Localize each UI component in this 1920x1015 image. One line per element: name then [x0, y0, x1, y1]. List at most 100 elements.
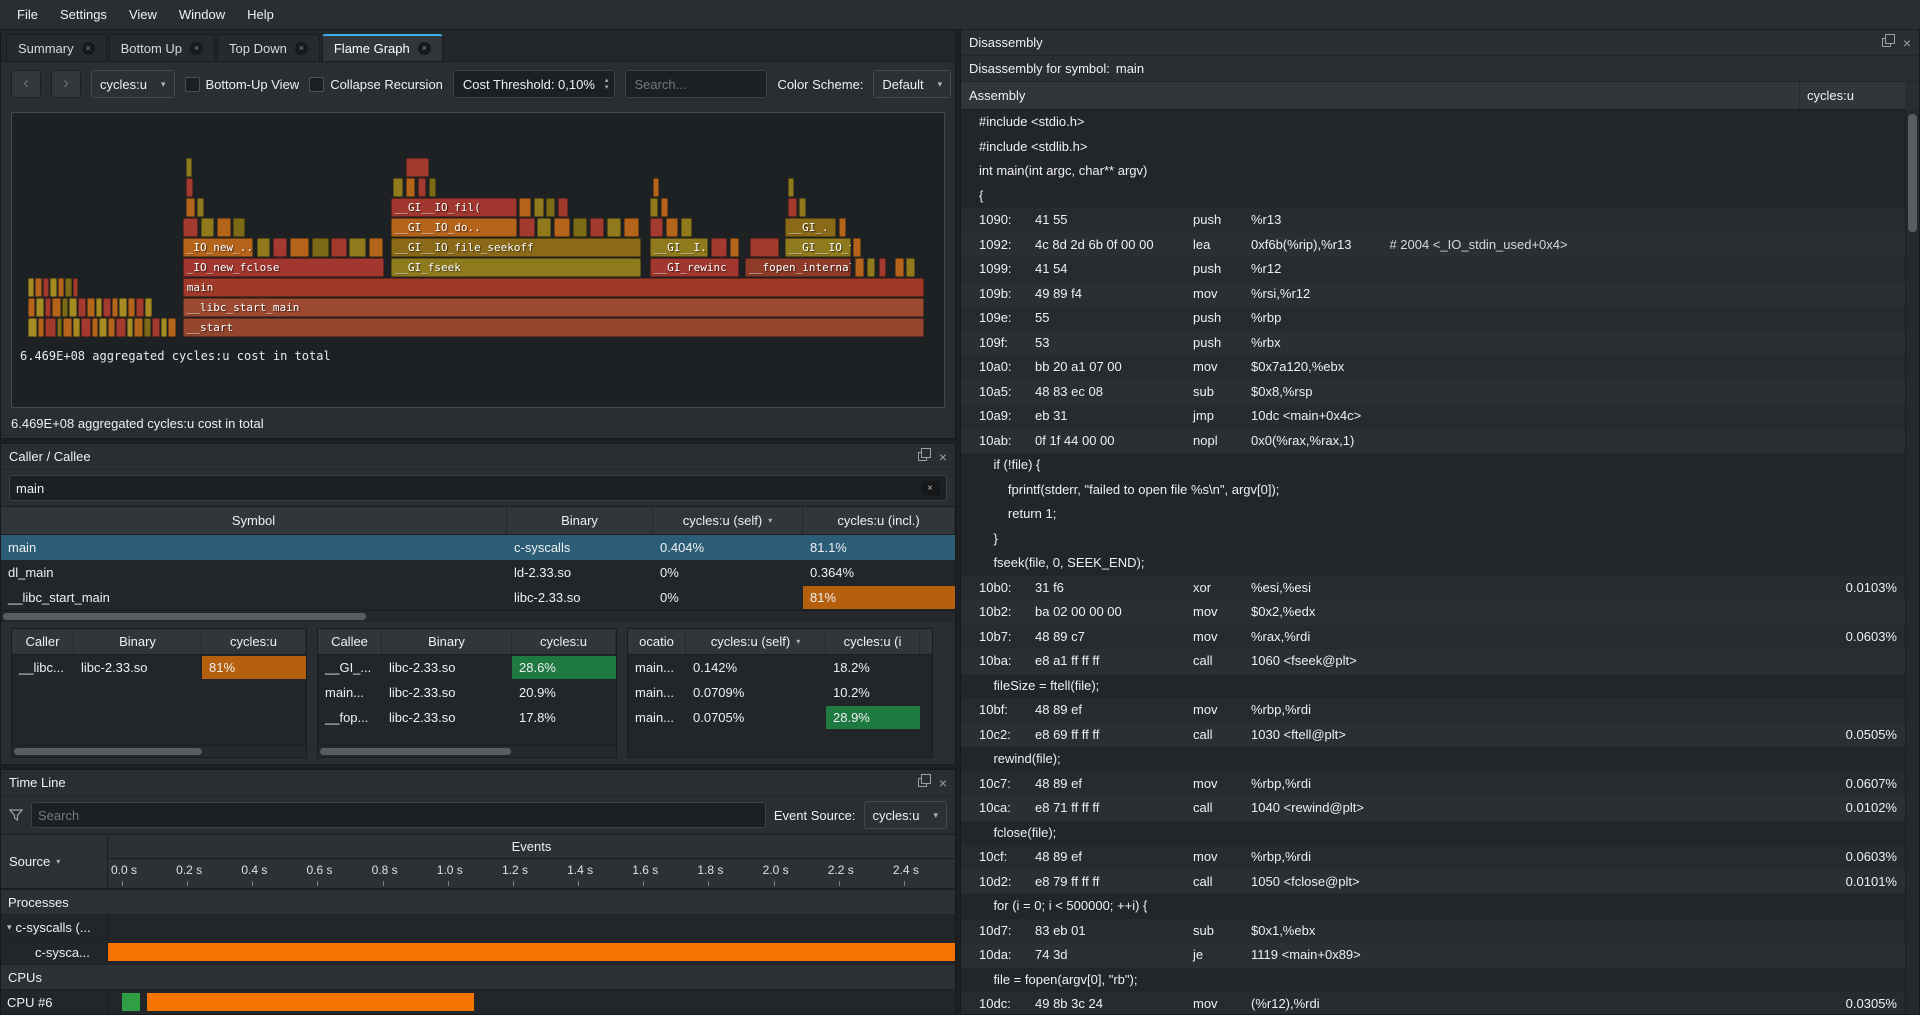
flame-frame[interactable]: [197, 198, 204, 217]
source-line[interactable]: #include <stdio.h>: [961, 110, 1905, 135]
flame-frame-gi-io-file[interactable]: __GI__IO_file: [785, 238, 851, 257]
flame-frame[interactable]: [653, 178, 659, 197]
flame-frame-libc-start-main[interactable]: __libc_start_main: [183, 298, 925, 317]
flame-frame[interactable]: [186, 158, 191, 177]
flame-frame[interactable]: [519, 218, 534, 237]
source-line[interactable]: return 1;: [961, 502, 1905, 527]
scroll-thumb[interactable]: [14, 748, 202, 755]
flame-frame[interactable]: [730, 238, 739, 257]
flame-frame[interactable]: [650, 218, 664, 237]
source-line[interactable]: fileSize = ftell(file);: [961, 674, 1905, 699]
asm-line[interactable]: 10ca:e8 71 ff ff ffcall1040 <rewind@plt>…: [961, 796, 1905, 821]
flame-frame[interactable]: [152, 318, 160, 337]
column-header-cycles-u-i[interactable]: cycles:u (i: [826, 629, 920, 654]
flame-frame[interactable]: [257, 238, 271, 257]
flame-frame[interactable]: [853, 238, 861, 257]
cost-threshold-spinbox[interactable]: Cost Threshold: 0,10% ▴▾: [453, 70, 616, 98]
asm-line[interactable]: 10b7:48 89 c7mov%rax,%rdi0.0603%: [961, 625, 1905, 650]
location-row[interactable]: main...0.142%18.2%: [628, 655, 932, 680]
flame-frame[interactable]: [406, 178, 415, 197]
flame-frame[interactable]: [273, 238, 287, 257]
callees-hscrollbar[interactable]: [318, 745, 616, 757]
flamegraph-search-input[interactable]: [625, 70, 767, 98]
assembly-column-header[interactable]: Assembly: [961, 82, 1799, 109]
tab-close-icon[interactable]: ×: [418, 42, 431, 55]
asm-line[interactable]: 1090:41 55push%r13: [961, 208, 1905, 233]
flame-frame[interactable]: [128, 298, 135, 317]
flame-frame[interactable]: [52, 298, 61, 317]
flame-frame[interactable]: [99, 318, 107, 337]
flame-frame-gi-io-fil[interactable]: __GI__IO_fil(: [391, 198, 517, 217]
flame-frame-gi-rewinc[interactable]: __GI_rewinc: [650, 258, 739, 277]
tab-bottom-up[interactable]: Bottom Up×: [109, 34, 215, 61]
flame-frame[interactable]: [393, 178, 403, 197]
flame-frame[interactable]: [650, 198, 658, 217]
flame-frame[interactable]: [62, 298, 68, 317]
flame-frame[interactable]: [144, 318, 151, 337]
flame-frame-start[interactable]: __start: [183, 318, 925, 337]
flame-frame[interactable]: [136, 298, 144, 317]
column-header-ocatio[interactable]: ocatio: [628, 629, 686, 654]
flame-frame[interactable]: [429, 178, 436, 197]
flame-frame[interactable]: [681, 218, 693, 237]
tab-close-icon[interactable]: ×: [190, 42, 203, 55]
asm-line[interactable]: 109b:49 89 f4mov%rsi,%r12: [961, 282, 1905, 307]
flame-frame[interactable]: [96, 298, 102, 317]
source-line[interactable]: }: [961, 527, 1905, 552]
callee-row[interactable]: main...libc-2.33.so20.9%: [318, 680, 616, 705]
flame-frame[interactable]: [418, 178, 426, 197]
flame-frame[interactable]: [57, 318, 62, 337]
location-row[interactable]: main...0.0709%10.2%: [628, 680, 932, 705]
symbol-filter-input[interactable]: [16, 481, 920, 496]
flame-frame[interactable]: [369, 238, 383, 257]
asm-line[interactable]: 10a9:eb 31jmp10dc <main+0x4c>: [961, 404, 1905, 429]
timeline-row-c-sysca[interactable]: c-sysca...: [1, 939, 955, 964]
callee-row[interactable]: __fop...libc-2.33.so17.8%: [318, 705, 616, 730]
close-dock-icon[interactable]: ×: [939, 451, 947, 463]
asm-line[interactable]: 10d2:e8 79 ff ff ffcall1050 <fclose@plt>…: [961, 870, 1905, 895]
flame-frame[interactable]: [558, 198, 568, 217]
flame-frame[interactable]: [28, 298, 35, 317]
flame-frame[interactable]: [134, 318, 143, 337]
asm-line[interactable]: 10bf:48 89 efmov%rbp,%rdi: [961, 698, 1905, 723]
column-header-symbol[interactable]: Symbol: [1, 507, 507, 534]
flame-frame[interactable]: [65, 278, 72, 297]
column-header-binary[interactable]: Binary: [74, 629, 202, 654]
column-header-callee[interactable]: Callee: [318, 629, 382, 654]
flame-frame-gi-io-do[interactable]: __GI__IO_do..: [391, 218, 517, 237]
column-header-cycles-u-self[interactable]: cycles:u (self)▾: [653, 507, 803, 534]
flame-frame-gi[interactable]: __GI_.: [785, 218, 836, 237]
flame-frame[interactable]: [537, 218, 551, 237]
flame-frame[interactable]: [127, 318, 133, 337]
collapse-recursion-checkbox[interactable]: Collapse Recursion: [309, 77, 443, 92]
flame-frame[interactable]: [312, 238, 329, 257]
column-header-cycles-u[interactable]: cycles:u: [202, 629, 306, 654]
callee-row[interactable]: __GI_...libc-2.33.so28.6%: [318, 655, 616, 680]
flame-frame[interactable]: [290, 238, 309, 257]
asm-line[interactable]: 10d7:83 eb 01sub$0x1,%ebx: [961, 919, 1905, 944]
flame-frame[interactable]: [186, 198, 195, 217]
close-dock-icon[interactable]: ×: [1903, 37, 1911, 49]
flame-frame[interactable]: [92, 318, 98, 337]
asm-line[interactable]: 10a0:bb 20 a1 07 00mov$0x7a120,%ebx: [961, 355, 1905, 380]
flame-frame[interactable]: [73, 278, 78, 297]
flame-frame[interactable]: [217, 218, 231, 237]
flame-frame[interactable]: [35, 278, 42, 297]
timeline-track[interactable]: [108, 990, 955, 1014]
menu-help[interactable]: Help: [236, 0, 285, 29]
timeline-track[interactable]: [108, 915, 955, 939]
flame-frame[interactable]: [45, 318, 56, 337]
source-line[interactable]: file = fopen(argv[0], "rb");: [961, 968, 1905, 993]
symbol-filter-field[interactable]: ×: [9, 475, 947, 501]
flame-frame[interactable]: [906, 258, 915, 277]
source-line[interactable]: int main(int argc, char** argv): [961, 159, 1905, 184]
tab-close-icon[interactable]: ×: [295, 42, 308, 55]
asm-line[interactable]: 109e:55push%rbp: [961, 306, 1905, 331]
symbol-row[interactable]: mainc-syscalls0.404%81.1%: [1, 535, 955, 560]
flame-frame[interactable]: [895, 258, 904, 277]
flame-frame[interactable]: [661, 198, 668, 217]
timeline-group-cpus[interactable]: CPUs: [1, 964, 955, 989]
timeline-row-c-syscalls[interactable]: ▾c-syscalls (...: [1, 914, 955, 939]
flame-frame[interactable]: [116, 318, 126, 337]
column-header-binary[interactable]: Binary: [507, 507, 653, 534]
